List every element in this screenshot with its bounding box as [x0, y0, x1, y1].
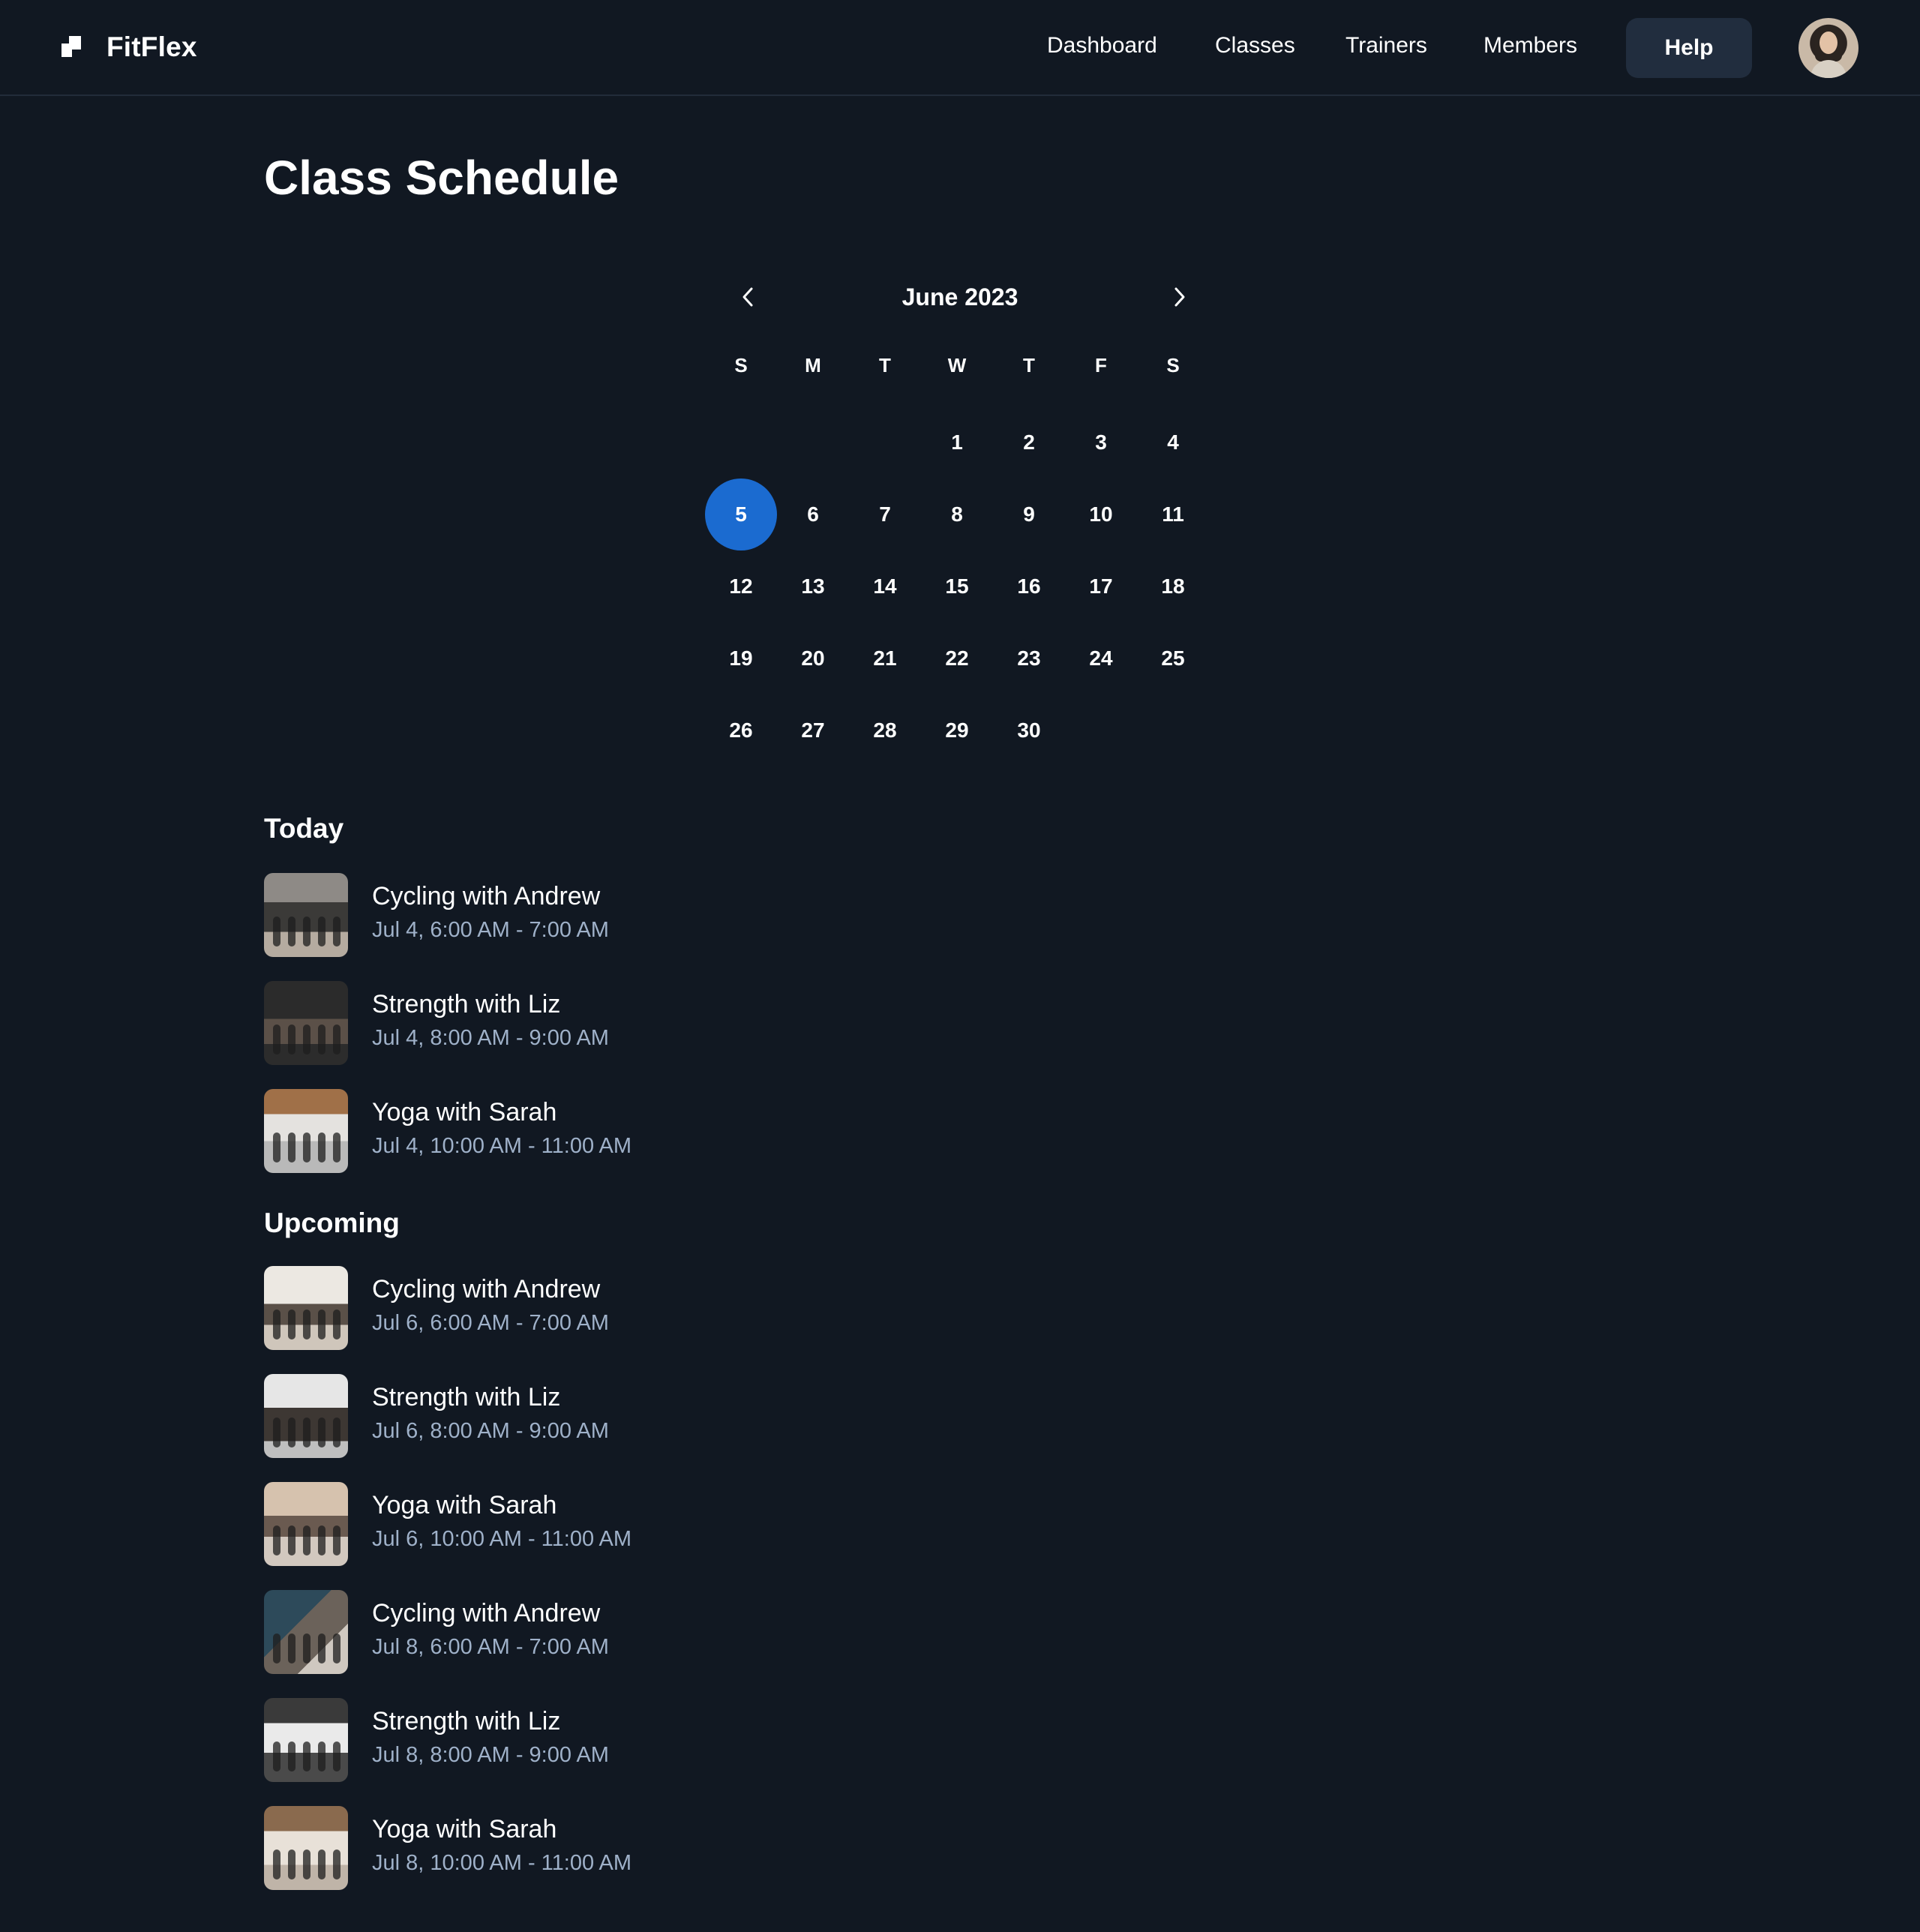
calendar-day[interactable]: 20: [777, 622, 849, 694]
class-title: Strength with Liz: [372, 1383, 561, 1412]
calendar-day[interactable]: 30: [993, 694, 1065, 766]
nav-dashboard[interactable]: Dashboard: [1047, 33, 1157, 58]
calendar-day[interactable]: 17: [1065, 550, 1137, 622]
calendar-day[interactable]: 18: [1137, 550, 1209, 622]
class-time: Jul 4, 6:00 AM - 7:00 AM: [372, 918, 609, 942]
class-time: Jul 4, 8:00 AM - 9:00 AM: [372, 1026, 609, 1050]
top-navigation-bar: FitFlex Dashboard Classes Trainers Membe…: [0, 0, 1920, 96]
nav-trainers[interactable]: Trainers: [1346, 33, 1427, 58]
calendar-day[interactable]: 28: [849, 694, 921, 766]
brand[interactable]: FitFlex: [62, 32, 197, 63]
calendar-day[interactable]: 8: [921, 478, 993, 550]
class-title: Cycling with Andrew: [372, 1599, 601, 1628]
class-thumbnail: [264, 873, 348, 957]
class-time: Jul 6, 10:00 AM - 11:00 AM: [372, 1527, 632, 1551]
class-time: Jul 8, 6:00 AM - 7:00 AM: [372, 1635, 609, 1659]
calendar-day[interactable]: 2: [993, 406, 1065, 478]
weekday-header: F: [1095, 354, 1107, 376]
class-thumbnail: [264, 1590, 348, 1674]
class-time: Jul 8, 10:00 AM - 11:00 AM: [372, 1851, 632, 1875]
class-title: Yoga with Sarah: [372, 1098, 557, 1126]
calendar-day[interactable]: 4: [1137, 406, 1209, 478]
class-title: Yoga with Sarah: [372, 1815, 557, 1844]
class-list-item[interactable]: Cycling with Andrew Jul 8, 6:00 AM - 7:00…: [264, 1590, 714, 1674]
calendar-month-label: June 2023: [902, 284, 1018, 310]
class-thumbnail: [264, 1698, 348, 1782]
calendar-day[interactable]: 13: [777, 550, 849, 622]
calendar-day[interactable]: 14: [849, 550, 921, 622]
weekday-header: M: [805, 354, 821, 376]
class-title: Yoga with Sarah: [372, 1491, 557, 1520]
calendar-day[interactable]: 29: [921, 694, 993, 766]
weekday-header: S: [1166, 354, 1180, 376]
calendar-day[interactable]: 22: [921, 622, 993, 694]
section-title-today: Today: [264, 813, 344, 844]
page-title: Class Schedule: [264, 151, 620, 205]
class-list-item[interactable]: Strength with Liz Jul 6, 8:00 AM - 9:00 A…: [264, 1374, 714, 1458]
calendar-day[interactable]: 24: [1065, 622, 1137, 694]
calendar-day[interactable]: 12: [705, 550, 777, 622]
weekday-header: W: [947, 354, 967, 376]
class-time: Jul 6, 8:00 AM - 9:00 AM: [372, 1419, 609, 1443]
class-title: Cycling with Andrew: [372, 1275, 601, 1304]
class-time: Jul 6, 6:00 AM - 7:00 AM: [372, 1311, 609, 1335]
calendar-day[interactable]: 15: [921, 550, 993, 622]
calendar-day[interactable]: 6: [777, 478, 849, 550]
calendar-day[interactable]: 1: [921, 406, 993, 478]
calendar-day[interactable]: 3: [1065, 406, 1137, 478]
class-list-item[interactable]: Cycling with Andrew Jul 6, 6:00 AM - 7:00…: [264, 1266, 714, 1350]
class-list-item[interactable]: Strength with Liz Jul 4, 8:00 AM - 9:00 A…: [264, 981, 714, 1065]
calendar-day[interactable]: 19: [705, 622, 777, 694]
class-title: Strength with Liz: [372, 990, 561, 1018]
brand-name: FitFlex: [106, 32, 197, 62]
section-title-upcoming: Upcoming: [264, 1208, 400, 1238]
chevron-right-icon[interactable]: [1166, 284, 1192, 310]
class-list-item[interactable]: Strength with Liz Jul 8, 8:00 AM - 9:00 A…: [264, 1698, 714, 1782]
class-list-item[interactable]: Cycling with Andrew Jul 4, 6:00 AM - 7:00…: [264, 873, 714, 957]
user-avatar[interactable]: [1798, 18, 1858, 78]
calendar-day[interactable]: 27: [777, 694, 849, 766]
calendar-day[interactable]: 11: [1137, 478, 1209, 550]
weekday-header: S: [734, 354, 748, 376]
calendar-day[interactable]: 25: [1137, 622, 1209, 694]
calendar-day[interactable]: 23: [993, 622, 1065, 694]
help-button[interactable]: Help: [1626, 18, 1752, 78]
calendar-day[interactable]: 16: [993, 550, 1065, 622]
calendar-day[interactable]: 21: [849, 622, 921, 694]
calendar-day[interactable]: 26: [705, 694, 777, 766]
nav-members[interactable]: Members: [1484, 33, 1577, 58]
weekday-header: T: [1023, 354, 1035, 376]
class-thumbnail: [264, 1806, 348, 1890]
nav-classes[interactable]: Classes: [1215, 33, 1295, 58]
class-time: Jul 4, 10:00 AM - 11:00 AM: [372, 1134, 632, 1158]
calendar-day[interactable]: 7: [849, 478, 921, 550]
class-time: Jul 8, 8:00 AM - 9:00 AM: [372, 1743, 609, 1767]
class-title: Strength with Liz: [372, 1707, 561, 1736]
class-list-item[interactable]: Yoga with Sarah Jul 6, 10:00 AM - 11:00 A…: [264, 1482, 714, 1566]
calendar-day-selected[interactable]: 5: [705, 478, 777, 550]
class-list-item[interactable]: Yoga with Sarah Jul 8, 10:00 AM - 11:00 A…: [264, 1806, 714, 1890]
class-thumbnail: [264, 1089, 348, 1173]
class-thumbnail: [264, 1482, 348, 1566]
class-title: Cycling with Andrew: [372, 882, 601, 910]
class-thumbnail: [264, 1266, 348, 1350]
class-thumbnail: [264, 1374, 348, 1458]
weekday-header: T: [879, 354, 891, 376]
calendar-day[interactable]: 9: [993, 478, 1065, 550]
calendar-day[interactable]: 10: [1065, 478, 1137, 550]
class-thumbnail: [264, 981, 348, 1065]
class-list-item[interactable]: Yoga with Sarah Jul 4, 10:00 AM - 11:00 A…: [264, 1089, 714, 1173]
fitflex-logo-icon: [62, 36, 81, 58]
